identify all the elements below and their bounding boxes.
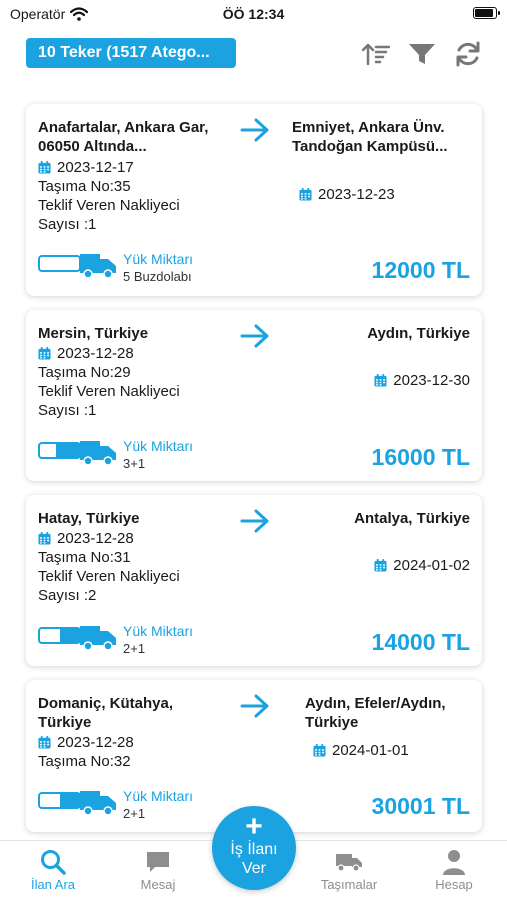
truck-icon bbox=[336, 854, 362, 872]
post-listing-button[interactable]: + İş İlanı Ver bbox=[212, 806, 296, 890]
status-bar: Operatör ÖÖ 12:34 bbox=[0, 0, 507, 28]
listing-card[interactable]: Mersin, Türkiye Aydın, Türkiye 2023-12-2… bbox=[26, 310, 482, 481]
origin-address: Mersin, Türkiye bbox=[38, 325, 149, 342]
destination-address: Aydın, Türkiye bbox=[367, 325, 470, 342]
tab-account[interactable]: Hesap bbox=[414, 847, 494, 892]
price: 30001 TL bbox=[371, 793, 470, 819]
arrow-right-icon bbox=[240, 694, 270, 723]
tab-shipments[interactable]: Taşımalar bbox=[309, 847, 389, 892]
arrow-right-icon bbox=[240, 324, 270, 353]
listing-card[interactable]: Anafartalar, Ankara Gar, 06050 Altında..… bbox=[26, 104, 482, 296]
pickup-date: 2023-12-17 bbox=[38, 158, 134, 177]
transport-number: Taşıma No:31 bbox=[38, 549, 131, 566]
calendar-icon bbox=[299, 188, 312, 201]
load-amount: Yük Miktarı 2+1 bbox=[123, 623, 194, 656]
tab-search-label: İlan Ara bbox=[30, 877, 76, 892]
delivery-date: 2024-01-02 bbox=[374, 557, 470, 574]
offer-count: Teklif Veren Nakliyeci Sayısı :1 bbox=[38, 197, 180, 233]
calendar-icon bbox=[38, 347, 51, 360]
destination-address: Emniyet, Ankara Ünv. Tandoğan Kampüsü... bbox=[292, 119, 448, 155]
delivery-date: 2023-12-30 bbox=[374, 372, 470, 389]
load-amount: Yük Miktarı 5 Buzdolabı bbox=[123, 251, 194, 284]
pickup-date: 2023-12-28 bbox=[38, 733, 134, 752]
truck-icon bbox=[38, 254, 116, 279]
top-actions bbox=[361, 40, 483, 68]
load-amount: Yük Miktarı 2+1 bbox=[123, 788, 194, 821]
arrow-right-icon bbox=[240, 509, 270, 538]
price: 16000 TL bbox=[371, 444, 470, 470]
offer-count: Teklif Veren Nakliyeci Sayısı :1 bbox=[38, 383, 180, 419]
offer-count: Teklif Veren Nakliyeci Sayısı :2 bbox=[38, 568, 180, 604]
listing-card[interactable]: Hatay, Türkiye Antalya, Türkiye 2023-12-… bbox=[26, 495, 482, 666]
arrow-right-icon bbox=[240, 118, 270, 147]
refresh-icon[interactable] bbox=[453, 40, 483, 68]
truck-icon bbox=[38, 791, 116, 816]
price: 14000 TL bbox=[371, 629, 470, 655]
delivery-date: 2023-12-23 bbox=[299, 186, 395, 203]
delivery-date: 2024-01-01 bbox=[313, 742, 409, 759]
calendar-icon bbox=[374, 559, 387, 572]
truck-icon bbox=[38, 441, 116, 466]
tab-account-label: Hesap bbox=[435, 877, 473, 892]
truck-icon bbox=[38, 626, 116, 651]
filter-icon[interactable] bbox=[407, 40, 437, 68]
transport-number: Taşıma No:32 bbox=[38, 753, 131, 770]
chat-icon bbox=[147, 852, 169, 872]
top-bar: 10 Teker (1517 Atego... bbox=[0, 38, 507, 72]
post-listing-label-line1: İş İlanı bbox=[230, 841, 278, 858]
origin-address: Anafartalar, Ankara Gar, 06050 Altında..… bbox=[38, 119, 209, 155]
calendar-icon bbox=[374, 374, 387, 387]
status-time: ÖÖ 12:34 bbox=[222, 6, 285, 22]
tab-messages[interactable]: Mesaj bbox=[118, 847, 198, 892]
pickup-date: 2023-12-28 bbox=[38, 529, 134, 548]
calendar-icon bbox=[313, 744, 326, 757]
transport-number: Taşıma No:35 bbox=[38, 178, 131, 195]
tab-shipments-label: Taşımalar bbox=[320, 877, 378, 892]
listing-list: Anafartalar, Ankara Gar, 06050 Altında..… bbox=[26, 104, 482, 846]
calendar-icon bbox=[38, 161, 51, 174]
search-icon bbox=[41, 850, 66, 875]
destination-address: Antalya, Türkiye bbox=[354, 510, 470, 527]
calendar-icon bbox=[38, 736, 51, 749]
calendar-icon bbox=[38, 532, 51, 545]
plus-icon: + bbox=[245, 810, 263, 843]
pickup-date: 2023-12-28 bbox=[38, 344, 134, 363]
price: 12000 TL bbox=[371, 257, 470, 283]
load-amount: Yük Miktarı 3+1 bbox=[123, 438, 194, 471]
tab-search[interactable]: İlan Ara bbox=[13, 847, 93, 892]
sort-icon[interactable] bbox=[361, 40, 391, 68]
battery-icon bbox=[473, 7, 500, 19]
user-icon bbox=[443, 850, 465, 875]
vehicle-type-select[interactable]: 10 Teker (1517 Atego... bbox=[26, 38, 236, 68]
transport-number: Taşıma No:29 bbox=[38, 364, 131, 381]
origin-address: Hatay, Türkiye bbox=[38, 510, 140, 527]
destination-address: Aydın, Efeler/Aydın, Türkiye bbox=[305, 695, 446, 731]
origin-address: Domaniç, Kütahya, Türkiye bbox=[38, 695, 174, 731]
tab-messages-label: Mesaj bbox=[140, 877, 176, 892]
post-listing-label-line2: Ver bbox=[241, 860, 266, 877]
